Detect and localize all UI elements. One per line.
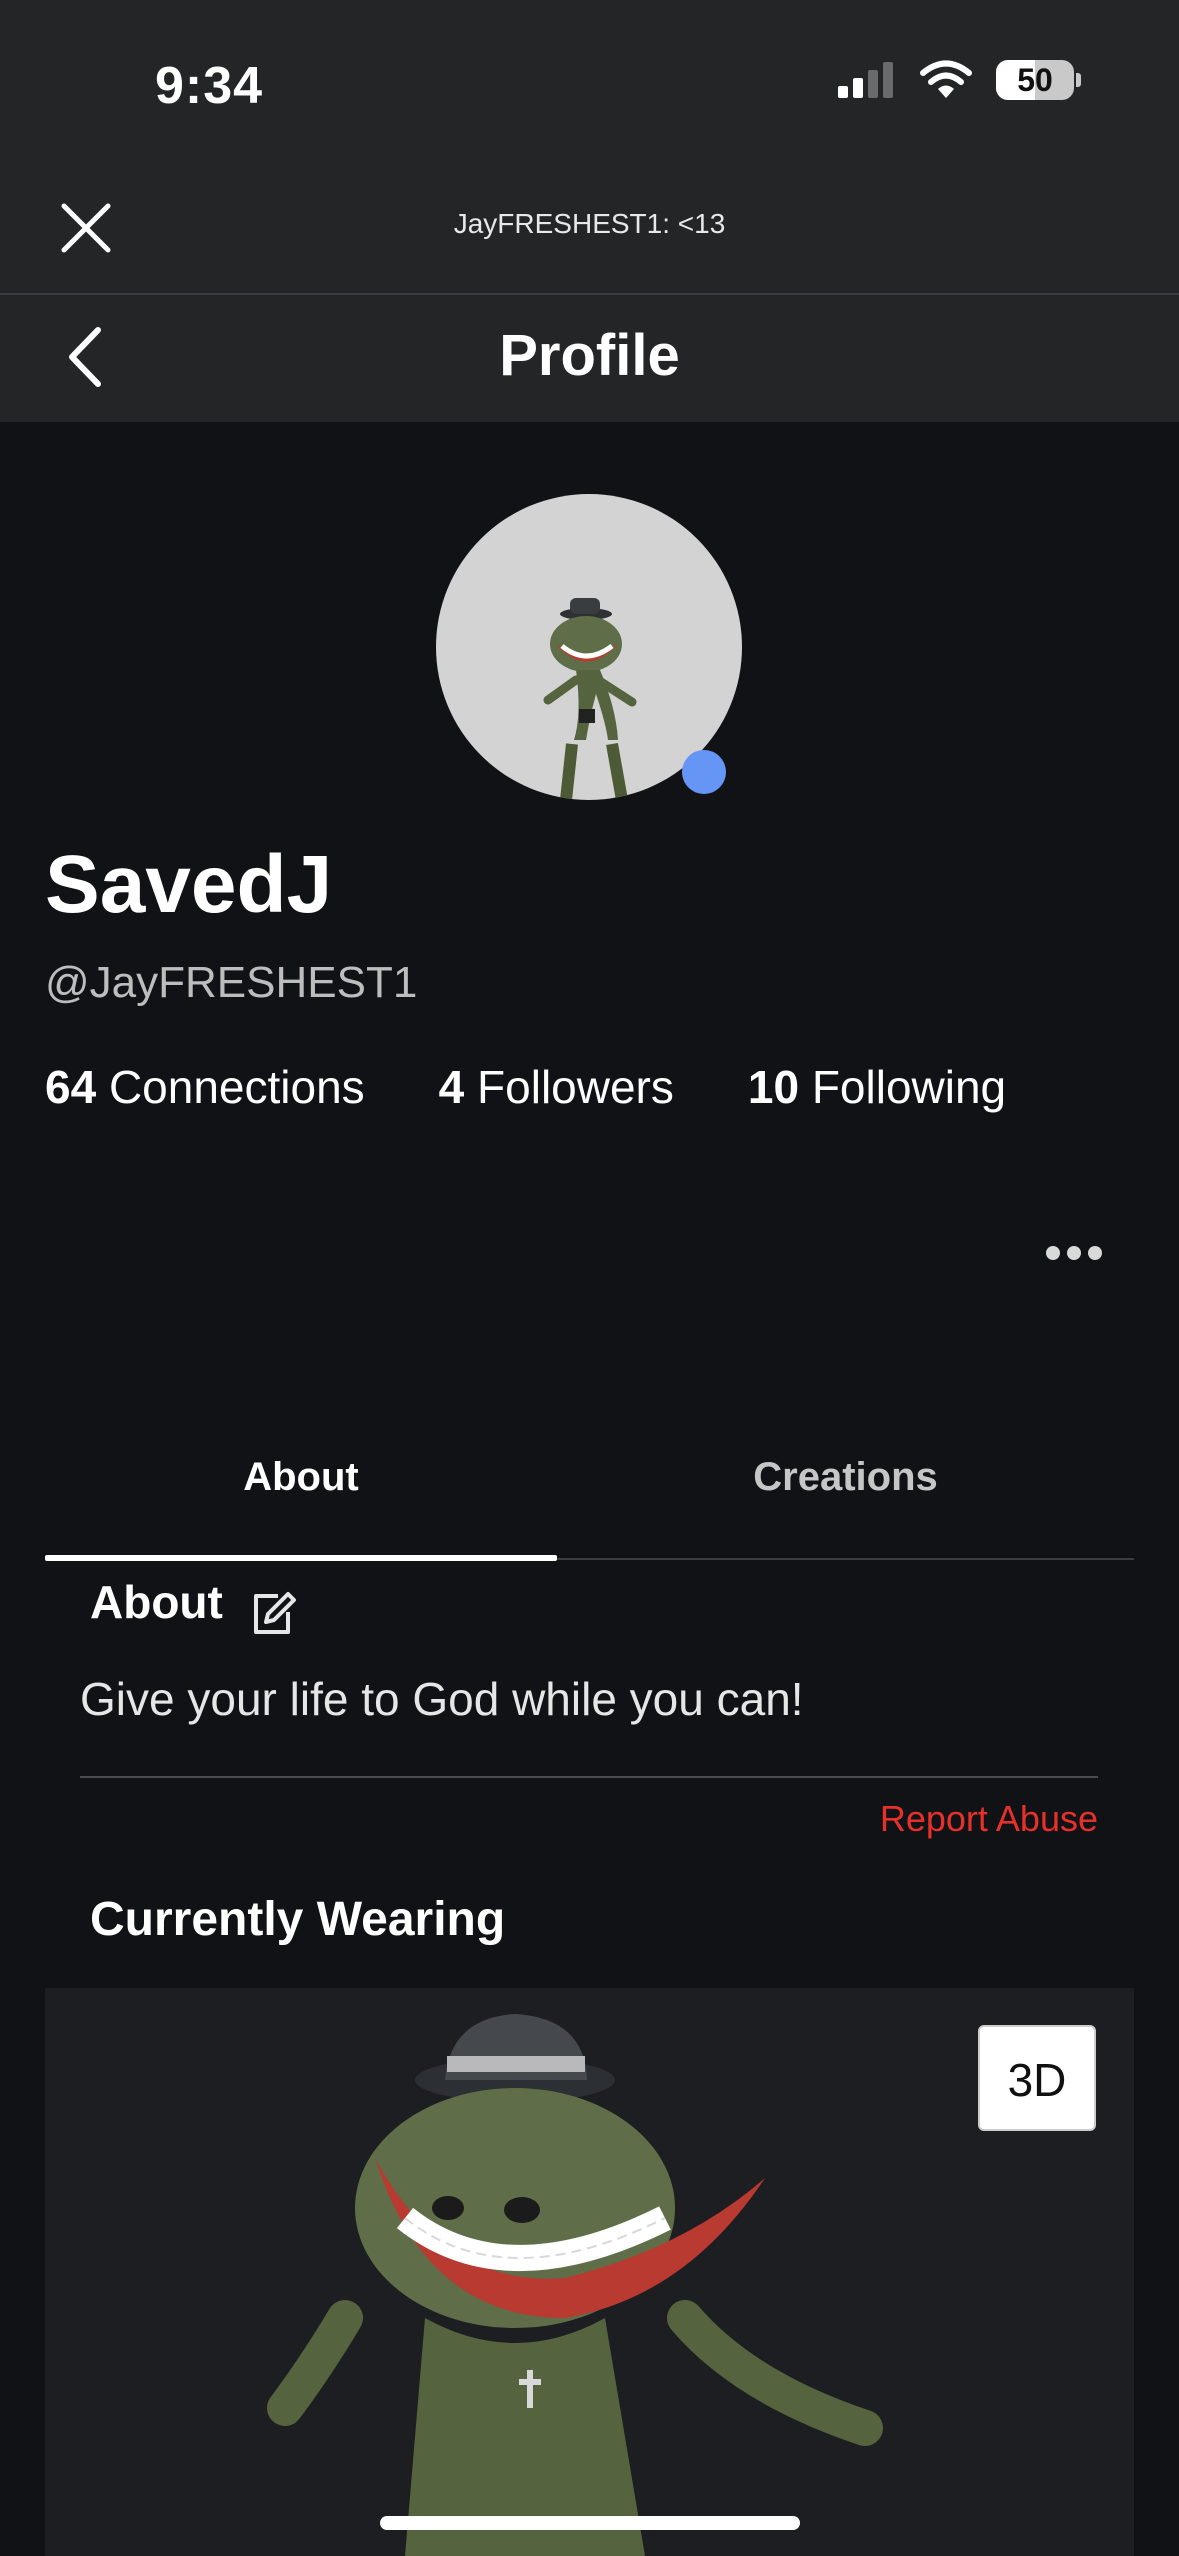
tab-creations[interactable]: Creations <box>557 1455 1134 1500</box>
about-divider <box>80 1776 1098 1778</box>
more-options-icon[interactable] <box>1046 1246 1102 1264</box>
view-3d-button[interactable]: 3D <box>978 2025 1096 2131</box>
status-time: 9:34 <box>155 57 264 115</box>
stat-label: Following <box>811 1061 1007 1113</box>
avatar-3d-preview-image <box>267 2014 883 2556</box>
edit-icon[interactable] <box>248 1588 300 1640</box>
battery-icon: 50 <box>996 60 1081 100</box>
header-divider <box>0 293 1179 295</box>
profile-stats: 64 Connections 4 Followers 10 Following <box>45 1060 1006 1114</box>
report-abuse-link[interactable]: Report Abuse <box>880 1798 1098 1840</box>
home-indicator[interactable] <box>380 2516 800 2530</box>
stat-following[interactable]: 10 Following <box>748 1060 1006 1114</box>
stat-count: 4 <box>438 1061 465 1113</box>
cellular-signal-icon <box>838 62 893 98</box>
tab-about[interactable]: About <box>45 1455 557 1500</box>
wifi-icon <box>920 60 972 98</box>
page-title: Profile <box>499 323 680 388</box>
notification-text: JayFRESHEST1: <13 <box>453 208 726 239</box>
battery-percent: 50 <box>1017 62 1053 98</box>
currently-wearing-heading: Currently Wearing <box>90 1893 506 1946</box>
stat-label: Followers <box>477 1061 674 1113</box>
stat-connections[interactable]: 64 Connections <box>45 1060 365 1114</box>
stat-label: Connections <box>108 1061 365 1113</box>
display-name: SavedJ <box>45 839 333 930</box>
about-heading: About <box>90 1576 223 1628</box>
stat-followers[interactable]: 4 Followers <box>439 1060 674 1114</box>
status-icons: 50 <box>836 60 1081 100</box>
username: @JayFRESHEST1 <box>45 958 418 1007</box>
avatar-preview-panel[interactable] <box>45 1988 1134 2556</box>
about-text: Give your life to God while you can! <box>80 1673 804 1725</box>
online-status-dot <box>682 750 726 794</box>
stat-count: 64 <box>45 1061 97 1113</box>
stat-count: 10 <box>747 1061 800 1113</box>
tab-active-indicator <box>45 1555 557 1561</box>
